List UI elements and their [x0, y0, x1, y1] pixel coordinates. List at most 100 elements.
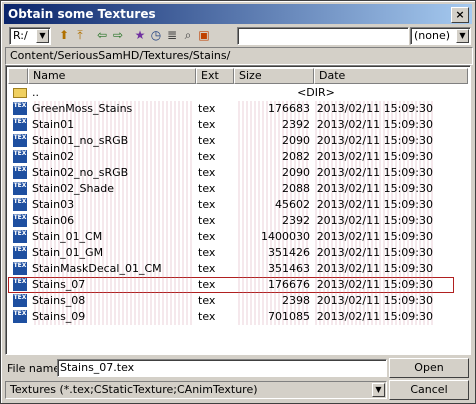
- list-item[interactable]: TEX Stain02_no_sRGB tex 2090 2013/02/11 15:0…: [8, 165, 454, 181]
- list-item-size: 351426: [236, 245, 310, 261]
- list-item-ext: tex: [198, 278, 216, 291]
- parent-folder-icon[interactable]: ⬆: [57, 28, 71, 42]
- list-item-name: Stains_07: [32, 277, 192, 293]
- list-item-name: ..: [32, 86, 39, 99]
- list-item-size: 45602: [236, 197, 310, 213]
- open-button[interactable]: Open: [389, 358, 469, 378]
- list-item[interactable]: TEX Stain02_Shade tex 2088 2013/02/11 15:09:…: [8, 181, 454, 197]
- texture-file-icon: TEX: [13, 246, 27, 259]
- list-item-ext: tex: [198, 214, 216, 227]
- cancel-button[interactable]: Cancel: [389, 380, 469, 400]
- list-item-date: 2013/02/11 15:09:30: [313, 277, 433, 293]
- list-item-date: 2013/02/11 15:09:30: [313, 117, 433, 133]
- chevron-down-icon[interactable]: ▼: [456, 29, 469, 43]
- filter-select[interactable]: (none) ▼: [410, 27, 471, 45]
- chevron-down-icon[interactable]: ▼: [372, 383, 385, 397]
- search-icon[interactable]: ⌕: [181, 28, 195, 42]
- list-item[interactable]: TEX Stain_01_CM tex 1400030 2013/02/11 15:09…: [8, 229, 454, 245]
- forward-icon[interactable]: ⇨: [111, 28, 125, 42]
- list-item[interactable]: TEX Stains_07 tex 176676 2013/02/11 15:09:30: [8, 277, 454, 293]
- column-header-size[interactable]: Size: [234, 68, 314, 84]
- list-item[interactable]: TEX Stain01 tex 2392 2013/02/11 15:09:30: [8, 117, 454, 133]
- list-item-date: 2013/02/11 15:09:30: [313, 261, 433, 277]
- list-item-date: 2013/02/11 15:09:30: [313, 197, 433, 213]
- list-item-date: 2013/02/11 15:09:30: [313, 133, 433, 149]
- list-item-ext: tex: [198, 150, 216, 163]
- list-item-ext: tex: [198, 118, 216, 131]
- texture-file-icon: TEX: [13, 134, 27, 147]
- texture-file-icon: TEX: [13, 182, 27, 195]
- close-icon[interactable]: ×: [451, 7, 469, 23]
- list-item-name: Stain02: [32, 149, 192, 165]
- texture-file-icon: TEX: [13, 198, 27, 211]
- list-item[interactable]: TEX Stain02 tex 2082 2013/02/11 15:09:30: [8, 149, 454, 165]
- back-icon[interactable]: ⇦: [95, 28, 109, 42]
- list-item-date: 2013/02/11 15:09:30: [313, 213, 433, 229]
- list-item-date: 2013/02/11 15:09:30: [313, 293, 433, 309]
- list-item-ext: tex: [198, 134, 216, 147]
- list-item-date: 2013/02/11 15:09:30: [313, 101, 433, 117]
- list-item-size: <DIR>: [297, 86, 335, 99]
- list-item-ext: tex: [198, 262, 216, 275]
- title-bar[interactable]: Obtain some Textures ×: [4, 4, 472, 24]
- list-item-date: 2013/02/11 15:09:30: [313, 149, 433, 165]
- list-item-size: 701085: [236, 309, 310, 325]
- list-item-name: Stain02_no_sRGB: [32, 165, 192, 181]
- list-item[interactable]: TEX Stains_08 tex 2398 2013/02/11 15:09:30: [8, 293, 454, 309]
- list-item-name: Stain_01_GM: [32, 245, 192, 261]
- list-item-name: StainMaskDecal_01_CM: [32, 261, 192, 277]
- list-item[interactable]: TEX Stain01_no_sRGB tex 2090 2013/02/11 15:0…: [8, 133, 454, 149]
- list-item[interactable]: TEX Stain03 tex 45602 2013/02/11 15:09:30: [8, 197, 454, 213]
- list-item-name: Stains_09: [32, 309, 192, 325]
- column-header-date[interactable]: Date: [314, 68, 468, 84]
- parent-folder-row[interactable]: .. <DIR>: [8, 85, 454, 101]
- drive-select[interactable]: R:/ ▼: [9, 27, 51, 45]
- texture-file-icon: TEX: [13, 310, 27, 323]
- list-item-date: 2013/02/11 15:09:30: [313, 165, 433, 181]
- list-item-size: 2088: [236, 181, 310, 197]
- list-item-ext: tex: [198, 102, 216, 115]
- list-item-size: 2392: [236, 117, 310, 133]
- list-item-date: 2013/02/11 15:09:30: [313, 181, 433, 197]
- list-item-name: Stain06: [32, 213, 192, 229]
- list-item-ext: tex: [198, 294, 216, 307]
- details-view-icon[interactable]: ≣: [165, 28, 179, 42]
- list-item[interactable]: TEX Stain06 tex 2392 2013/02/11 15:09:30: [8, 213, 454, 229]
- list-item-ext: tex: [198, 246, 216, 259]
- column-header-icon[interactable]: [8, 68, 28, 84]
- history-clock-icon[interactable]: ◷: [149, 28, 163, 42]
- list-item-ext: tex: [198, 310, 216, 323]
- list-item-ext: tex: [198, 182, 216, 195]
- filename-input[interactable]: Stains_07.tex: [57, 359, 387, 377]
- chevron-down-icon[interactable]: ▼: [36, 29, 49, 43]
- list-item[interactable]: TEX StainMaskDecal_01_CM tex 351463 2013/02/…: [8, 261, 454, 277]
- texture-file-icon: TEX: [13, 118, 27, 131]
- column-header-ext[interactable]: Ext: [196, 68, 234, 84]
- current-path: Content/SeriousSamHD/Textures/Stains/: [5, 47, 473, 65]
- filetype-select[interactable]: Textures (*.tex;CStaticTexture;CAnimText…: [5, 381, 387, 399]
- list-item-date: 2013/02/11 15:09:30: [313, 229, 433, 245]
- list-item-size: 1400030: [236, 229, 310, 245]
- list-item-date: 2013/02/11 15:09:30: [313, 309, 433, 325]
- preview-icon[interactable]: ▣: [197, 28, 211, 42]
- filename-label: File name:: [7, 362, 64, 375]
- list-item[interactable]: TEX GreenMoss_Stains tex 176683 2013/02/11 1…: [8, 101, 454, 117]
- path-input[interactable]: [237, 27, 409, 45]
- column-header-name[interactable]: Name: [28, 68, 196, 84]
- list-item[interactable]: TEX Stain_01_GM tex 351426 2013/02/11 15:09:…: [8, 245, 454, 261]
- list-item-name: Stain01_no_sRGB: [32, 133, 192, 149]
- list-item-size: 2090: [236, 165, 310, 181]
- file-list[interactable]: Name Ext Size Date .. <DIR> TEX GreenMoss…: [5, 65, 471, 355]
- up-folder-icon[interactable]: ⤒: [73, 28, 87, 42]
- file-dialog-window: Obtain some Textures × R:/ ▼ ⬆ ⤒ ⇦ ⇨ ★ ◷…: [0, 0, 476, 404]
- list-item-size: 176683: [236, 101, 310, 117]
- favorites-star-icon[interactable]: ★: [133, 28, 147, 42]
- list-item-name: GreenMoss_Stains: [32, 101, 192, 117]
- list-item-date: 2013/02/11 15:09:30: [313, 245, 433, 261]
- list-item-size: 2090: [236, 133, 310, 149]
- texture-file-icon: TEX: [13, 230, 27, 243]
- list-item-size: 2398: [236, 293, 310, 309]
- list-item[interactable]: TEX Stains_09 tex 701085 2013/02/11 15:09:30: [8, 309, 454, 325]
- texture-file-icon: TEX: [13, 102, 27, 115]
- list-item-ext: tex: [198, 198, 216, 211]
